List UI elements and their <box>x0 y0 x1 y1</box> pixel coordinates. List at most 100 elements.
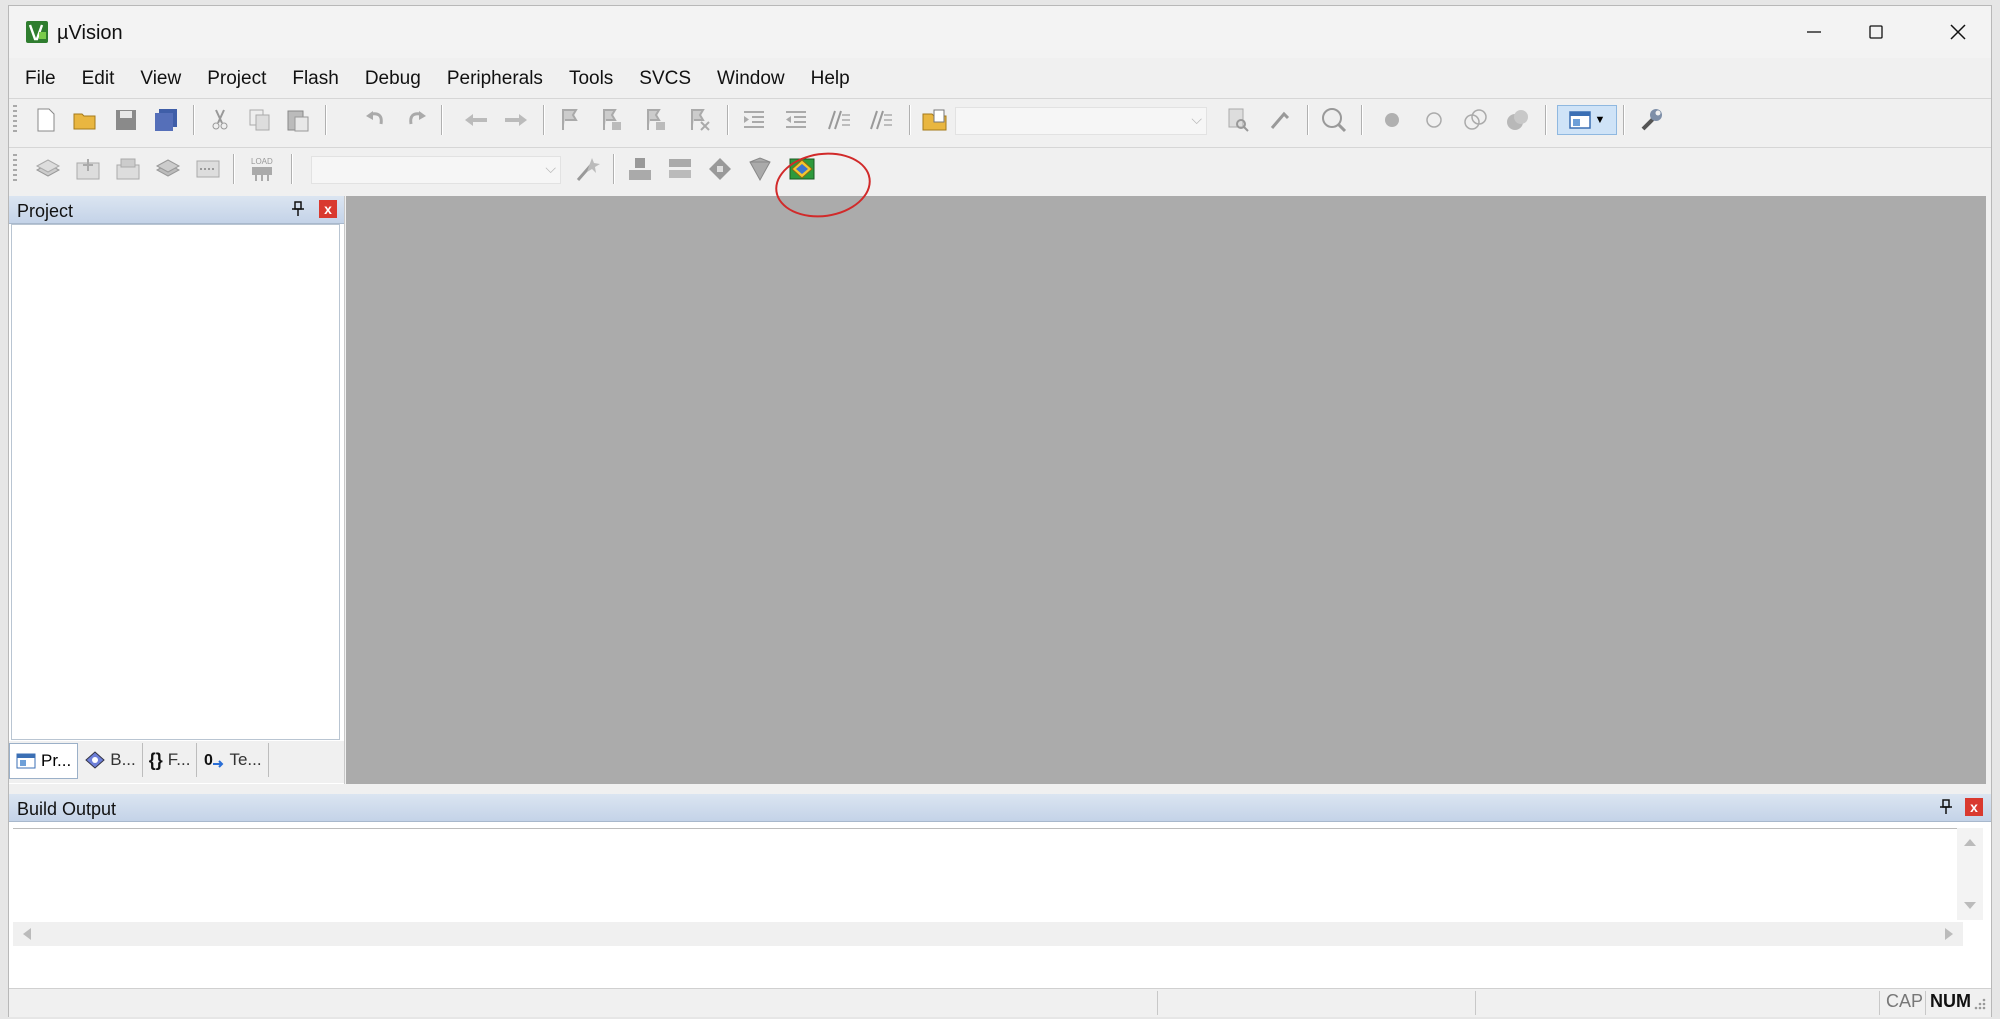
menu-edit[interactable]: Edit <box>69 68 128 90</box>
incremental-find-icon[interactable] <box>1223 105 1253 135</box>
tab-label: Te... <box>229 750 262 769</box>
project-panel-tabs: Pr... B... {} F... 0 Te... <box>9 741 344 783</box>
debug-session-icon[interactable] <box>1319 105 1349 135</box>
tab-templates[interactable]: 0 Te... <box>197 743 269 777</box>
tab-label: F... <box>167 750 191 769</box>
status-bar: CAP NUM <box>9 988 1991 1017</box>
toolbar-grip[interactable] <box>13 154 17 184</box>
file-toolbar: ⌵ ▼ <box>9 98 1991 141</box>
menu-window[interactable]: Window <box>704 68 798 90</box>
num-lock-indicator: NUM <box>1925 991 1970 1015</box>
templates-tab-icon: 0 <box>204 752 224 769</box>
tab-functions[interactable]: {} F... <box>143 743 198 777</box>
tab-books[interactable]: B... <box>78 743 143 777</box>
tab-project[interactable]: Pr... <box>9 743 79 779</box>
event-recorder-icon[interactable] <box>665 154 695 184</box>
uvision-window: µVision File Edit View Project Flash Deb… <box>8 5 1992 1017</box>
nav-back-icon[interactable] <box>461 105 491 135</box>
project-panel-title: Project <box>17 201 74 221</box>
menu-svcs[interactable]: SVCS <box>626 68 704 90</box>
maximize-button[interactable] <box>1835 6 1917 58</box>
pack-installer-icon[interactable] <box>745 154 775 184</box>
project-tree[interactable] <box>11 224 340 740</box>
menu-tools[interactable]: Tools <box>556 68 626 90</box>
target-combo[interactable]: ⌵ <box>311 156 561 184</box>
find-in-files-icon[interactable] <box>921 105 951 135</box>
scroll-down-icon[interactable] <box>1964 902 1976 909</box>
window-layout-icon <box>1568 111 1591 129</box>
close-panel-icon[interactable]: x <box>319 200 337 218</box>
next-bookmark-icon[interactable] <box>641 105 671 135</box>
scroll-up-icon[interactable] <box>1964 839 1976 846</box>
toolbar-separator <box>1307 105 1308 135</box>
toolbar-separator <box>1623 105 1624 135</box>
close-window-button[interactable] <box>1917 6 1999 58</box>
manage-run-time-icon[interactable] <box>705 154 735 184</box>
menu-project[interactable]: Project <box>194 68 279 90</box>
comment-icon[interactable] <box>823 105 853 135</box>
menu-view[interactable]: View <box>127 68 194 90</box>
breakpoint-icon[interactable] <box>1377 105 1407 135</box>
scroll-right-icon[interactable] <box>1945 928 1953 940</box>
build-toolbar: LOAD ⌵ <box>9 147 1991 190</box>
chevron-down-icon: ⌵ <box>545 160 556 176</box>
build-output-text[interactable] <box>13 828 1961 921</box>
vertical-scrollbar[interactable] <box>1957 828 1983 920</box>
build-icon[interactable] <box>73 154 103 184</box>
kill-breakpoints-icon[interactable] <box>1503 105 1533 135</box>
scroll-left-icon[interactable] <box>23 928 31 940</box>
menu-bar: File Edit View Project Flash Debug Perip… <box>9 62 863 96</box>
close-panel-icon[interactable]: x <box>1965 798 1983 816</box>
paste-icon[interactable] <box>283 105 313 135</box>
indent-icon[interactable] <box>739 105 769 135</box>
toolbar-separator <box>291 154 292 184</box>
disable-breakpoint-icon[interactable] <box>1419 105 1449 135</box>
unindent-icon[interactable] <box>781 105 811 135</box>
prev-bookmark-icon[interactable] <box>597 105 627 135</box>
save-icon[interactable] <box>111 105 141 135</box>
chevron-down-icon: ▼ <box>1594 114 1606 126</box>
toolbar-separator <box>543 105 544 135</box>
close-icon <box>1950 24 1966 40</box>
toolbar-separator <box>613 154 614 184</box>
target-options-icon[interactable] <box>573 154 603 184</box>
new-file-icon[interactable] <box>31 105 61 135</box>
configure-icon[interactable] <box>1637 105 1667 135</box>
menu-peripherals[interactable]: Peripherals <box>434 68 556 90</box>
disable-all-breakpoints-icon[interactable] <box>1461 105 1491 135</box>
menu-debug[interactable]: Debug <box>352 68 434 90</box>
redo-icon[interactable] <box>401 105 431 135</box>
menu-help[interactable]: Help <box>798 68 863 90</box>
editor-area[interactable] <box>346 196 1986 784</box>
pin-icon[interactable] <box>1939 799 1953 819</box>
toolbar-separator <box>325 105 326 135</box>
uvision-logo-icon <box>26 21 48 43</box>
find-combo[interactable]: ⌵ <box>955 107 1207 135</box>
project-panel-header: Project x <box>9 196 344 224</box>
rebuild-icon[interactable] <box>113 154 143 184</box>
menu-flash[interactable]: Flash <box>279 68 351 90</box>
menu-file[interactable]: File <box>9 68 69 90</box>
window-layout-button[interactable]: ▼ <box>1557 105 1617 135</box>
download-icon[interactable]: LOAD <box>247 154 277 184</box>
resize-grip-icon[interactable] <box>1971 995 1987 1011</box>
build-output-header: Build Output x <box>9 794 1991 822</box>
uncomment-icon[interactable] <box>865 105 895 135</box>
clear-bookmarks-icon[interactable] <box>685 105 715 135</box>
nav-forward-icon[interactable] <box>501 105 531 135</box>
find-icon[interactable] <box>1265 105 1295 135</box>
undo-icon[interactable] <box>361 105 391 135</box>
save-all-icon[interactable] <box>151 105 181 135</box>
translate-icon[interactable] <box>33 154 63 184</box>
toolbar-grip[interactable] <box>13 105 17 135</box>
batch-build-icon[interactable] <box>153 154 183 184</box>
project-panel: Project x Pr... B... {} F... 0 Te... <box>9 196 345 784</box>
stop-build-icon[interactable] <box>193 154 223 184</box>
bookmark-icon[interactable] <box>555 105 585 135</box>
manage-project-icon[interactable] <box>625 154 655 184</box>
pin-icon[interactable] <box>291 201 305 221</box>
copy-icon[interactable] <box>245 105 275 135</box>
cut-icon[interactable] <box>205 105 235 135</box>
horizontal-scrollbar[interactable] <box>13 922 1963 946</box>
open-folder-icon[interactable] <box>71 105 101 135</box>
